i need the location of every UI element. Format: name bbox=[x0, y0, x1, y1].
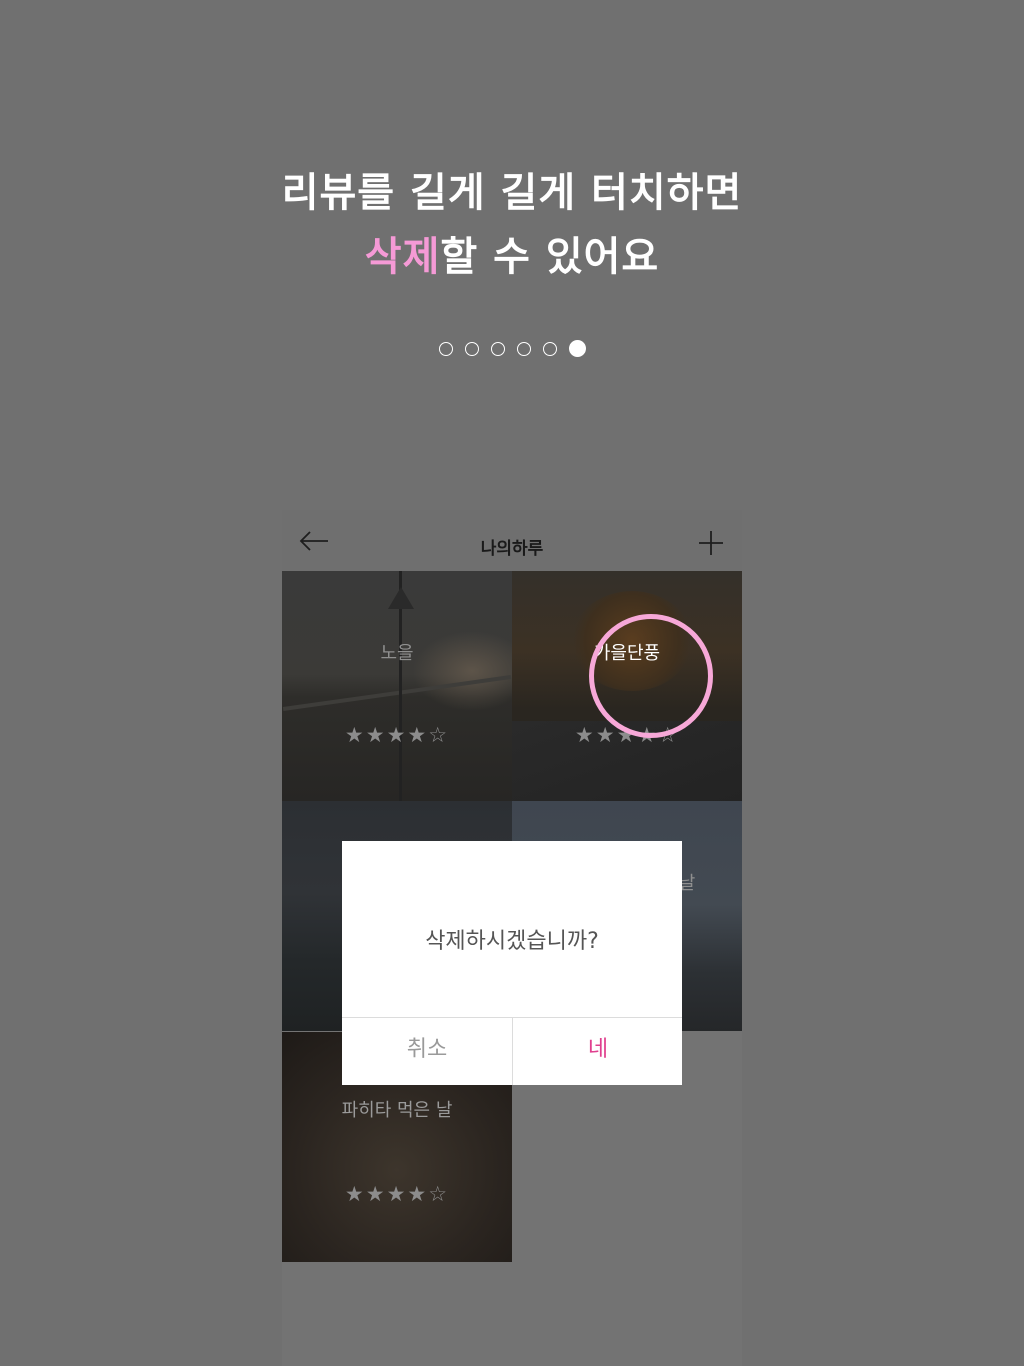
delete-confirm-dialog: 삭제하시겠습니까? 취소 네 bbox=[342, 841, 682, 1085]
headline-accent-word: 삭제 bbox=[364, 234, 441, 280]
long-press-highlight-ring bbox=[589, 614, 713, 738]
page-dot-4[interactable] bbox=[516, 342, 531, 356]
app-title: 나의하루 bbox=[480, 539, 544, 559]
page-dot-5[interactable] bbox=[542, 342, 557, 356]
confirm-delete-button[interactable]: 네 bbox=[513, 1018, 683, 1085]
review-tile-1[interactable]: 노을 ★★★★☆ bbox=[282, 571, 512, 801]
headline-rest-text: 할 수 있어요 bbox=[440, 234, 660, 280]
cancel-button[interactable]: 취소 bbox=[342, 1018, 512, 1085]
page-dot-3[interactable] bbox=[490, 342, 505, 356]
instruction-headline-line2: 삭제할 수 있어요 bbox=[0, 224, 1024, 282]
star-rating: ★★★★☆ bbox=[344, 1182, 450, 1206]
page-indicator bbox=[0, 340, 1024, 357]
page-dot-1[interactable] bbox=[438, 342, 453, 356]
road-sign-icon bbox=[388, 587, 414, 609]
review-title: 노을 bbox=[380, 643, 414, 664]
review-title: 파히타 먹은 날 bbox=[341, 1100, 453, 1121]
star-rating: ★★★★☆ bbox=[344, 723, 450, 747]
app-top-bar: 나의하루 bbox=[282, 510, 742, 571]
page-dot-6-active[interactable] bbox=[568, 340, 586, 357]
instruction-headline-line1: 리뷰를 길게 길게 터치하면 bbox=[281, 170, 743, 216]
plus-icon[interactable] bbox=[698, 530, 724, 556]
page-dot-2[interactable] bbox=[464, 342, 479, 356]
dialog-message: 삭제하시겠습니까? bbox=[425, 929, 599, 954]
